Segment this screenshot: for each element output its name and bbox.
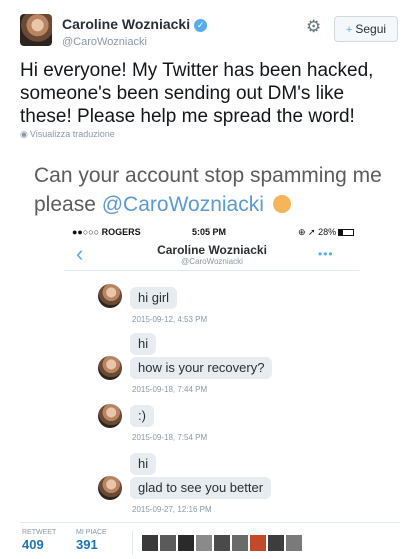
liker-avatar[interactable] bbox=[178, 535, 194, 551]
message-bubble: :) bbox=[130, 405, 154, 427]
like-stat[interactable]: MI PIACE 391 bbox=[76, 529, 107, 552]
globe-icon: ◉ bbox=[20, 129, 28, 139]
chat-handle: @CaroWozniacki bbox=[181, 257, 243, 266]
liker-avatar[interactable] bbox=[196, 535, 212, 551]
battery-text: ⊕ ➚ 28% bbox=[298, 227, 337, 237]
quoted-complaint: Can your account stop spamming me please… bbox=[34, 161, 394, 219]
quote-mention: @CaroWozniacki bbox=[101, 193, 264, 216]
translate-label: Visualizza traduzione bbox=[29, 129, 115, 139]
battery-label: ⊕ ➚ 28% bbox=[298, 227, 355, 238]
liker-avatar[interactable] bbox=[268, 535, 284, 551]
message-avatar bbox=[98, 476, 122, 500]
author-avatar[interactable] bbox=[20, 14, 52, 46]
author-handle[interactable]: @CaroWozniacki bbox=[62, 36, 207, 48]
message-bubble: how is your recovery? bbox=[130, 357, 273, 379]
follow-label: Segui bbox=[355, 22, 387, 36]
add-user-icon: + bbox=[345, 24, 353, 36]
message-avatar bbox=[98, 404, 122, 428]
author-name-row: Caroline Wozniacki ✓ bbox=[62, 16, 208, 34]
follow-button[interactable]: + Segui bbox=[334, 16, 398, 42]
carrier-label: ●●○○○ ROGERS bbox=[72, 227, 141, 237]
author-display-name[interactable]: Caroline Wozniacki bbox=[62, 16, 190, 32]
tweet-text: Hi everyone! My Twitter has been hacked,… bbox=[20, 60, 374, 127]
phone-screenshot: ●●○○○ ROGERS 5:05 PM ⊕ ➚ 28% ‹ Caroline … bbox=[64, 223, 360, 514]
emoji-icon bbox=[272, 195, 291, 213]
retweet-count: 409 bbox=[22, 537, 44, 552]
liker-avatar[interactable] bbox=[142, 535, 158, 551]
phone-status-bar: ●●○○○ ROGERS 5:05 PM ⊕ ➚ 28% bbox=[64, 223, 360, 241]
liker-avatar[interactable] bbox=[250, 535, 266, 551]
battery-icon bbox=[338, 229, 355, 236]
chat-name: Caroline Wozniacki bbox=[157, 243, 267, 257]
message-bubble: glad to see you better bbox=[130, 477, 272, 499]
message-bubble: hi bbox=[130, 333, 157, 355]
message-timestamp: 2015-09-18, 7:54 PM bbox=[132, 433, 208, 442]
like-label: MI PIACE bbox=[76, 529, 107, 536]
more-icon: ••• bbox=[318, 247, 334, 261]
verified-badge-icon: ✓ bbox=[194, 19, 208, 32]
message-bubble: hi girl bbox=[130, 287, 178, 309]
author-info: Caroline Wozniacki ✓ @CaroWozniacki bbox=[62, 16, 208, 48]
clock-label: 5:05 PM bbox=[192, 227, 227, 237]
tweet-stats: RETWEET 409 MI PIACE 391 bbox=[20, 522, 400, 559]
message-timestamp: 2015-09-18, 7:44 PM bbox=[132, 385, 208, 394]
chat-header: ‹ Caroline Wozniacki @CaroWozniacki ••• bbox=[64, 241, 360, 271]
tweet-header: Caroline Wozniacki ✓ @CaroWozniacki ⚙ + Se… bbox=[20, 10, 400, 50]
liker-avatar[interactable] bbox=[286, 535, 302, 551]
gear-icon[interactable]: ⚙ bbox=[306, 18, 321, 35]
liker-avatar[interactable] bbox=[214, 535, 230, 551]
translate-link[interactable]: ◉ Visualizza traduzione bbox=[20, 129, 115, 140]
retweet-stat[interactable]: RETWEET 409 bbox=[22, 529, 56, 552]
like-count: 391 bbox=[76, 537, 98, 552]
retweet-label: RETWEET bbox=[22, 529, 57, 536]
message-timestamp: 2015-09-27, 12:16 PM bbox=[132, 505, 212, 514]
message-bubble: hi bbox=[130, 453, 157, 475]
tweet-media-image[interactable]: Can your account stop spamming me please… bbox=[20, 149, 400, 514]
message-avatar bbox=[98, 356, 122, 380]
message-avatar bbox=[98, 284, 122, 308]
liker-avatars bbox=[142, 535, 304, 553]
liker-avatar[interactable] bbox=[232, 535, 248, 551]
message-timestamp: 2015-09-12, 4:53 PM bbox=[132, 315, 208, 324]
liker-avatar[interactable] bbox=[160, 535, 176, 551]
stats-divider bbox=[132, 531, 133, 555]
